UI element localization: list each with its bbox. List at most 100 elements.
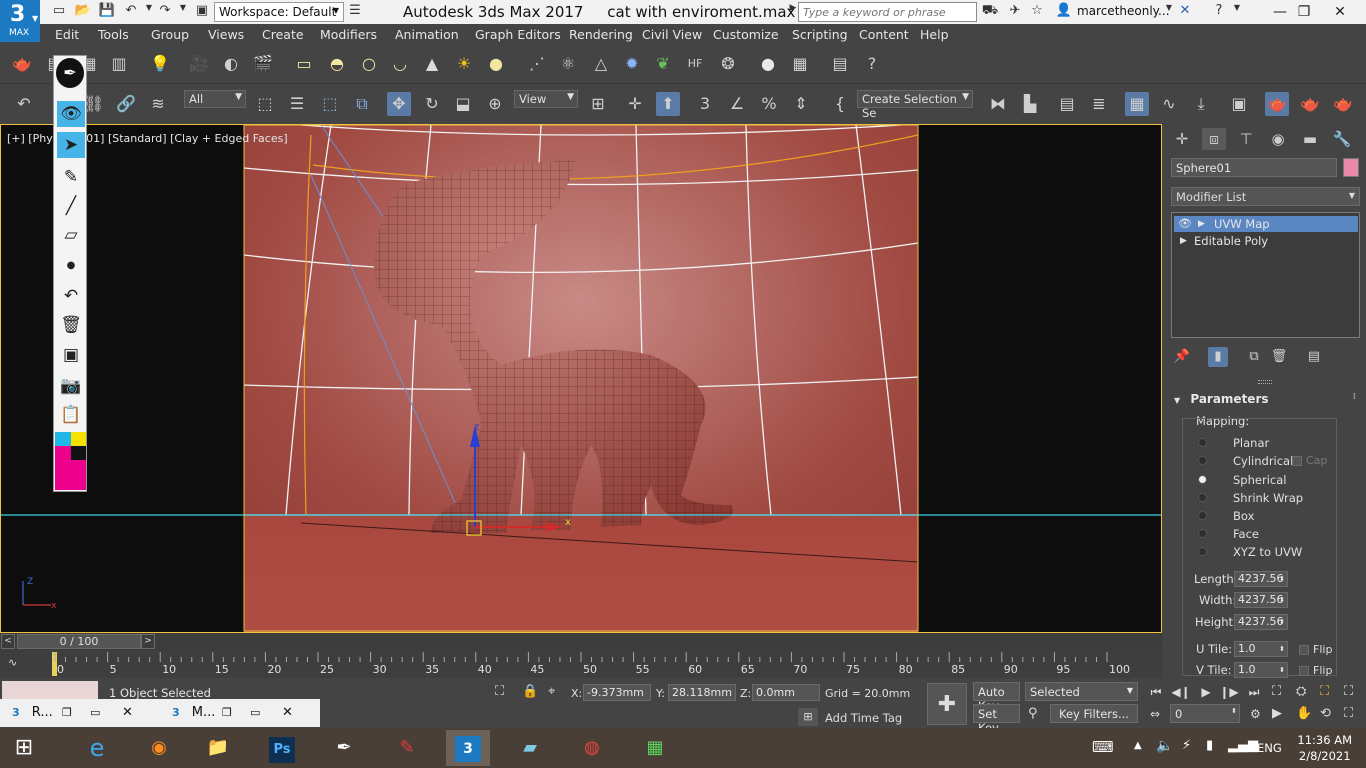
make-unique-icon[interactable]: ⧉ [1244,347,1264,367]
material-editor-icon[interactable]: ▦ [788,52,812,76]
set-key-button[interactable]: Set Key [973,704,1020,735]
menu-create[interactable]: Create [262,27,304,42]
input-language[interactable]: ENG [1257,741,1282,755]
object-name-field[interactable]: Sphere01 [1171,158,1337,177]
schematic-view-icon[interactable]: ▣ [1227,92,1251,116]
show-hidden-icons-icon[interactable]: ▲ [1134,740,1142,751]
length-spinner[interactable]: 4237.56 ⬍ [1234,571,1288,587]
add-time-tag-icon[interactable]: ⊞ [798,708,818,726]
isolate-selection-icon[interactable]: ⛶ [495,684,504,699]
eraser-icon[interactable]: ▱ [57,222,85,248]
go-to-end-icon[interactable]: ⏭ [1244,685,1264,702]
render-frame-teapot-icon[interactable]: 🫖 [1331,92,1355,116]
maximize-toggle-icon[interactable]: ⛶ [1344,706,1353,721]
undo-arrow-icon[interactable]: ↶ [12,92,36,116]
mirror-icon[interactable]: ⧓ [986,92,1010,116]
menu-tools[interactable]: Tools [98,27,129,42]
select-manipulate-icon[interactable]: ✛ [623,92,647,116]
open-file-icon[interactable]: 📂 [74,3,92,20]
stack-item-uvw-map[interactable]: 👁 ▶ UVW Map [1174,216,1358,232]
align-icon[interactable]: ▙ [1018,92,1042,116]
key-filters-button[interactable]: Key Filters... [1050,704,1138,723]
width-spinner[interactable]: 4237.56 ⬍ [1234,592,1288,608]
color-swatch-yellow[interactable] [71,432,86,446]
internet-explorer-icon[interactable]: e [75,730,119,766]
drawing-app-icon[interactable]: ✎ [385,730,429,766]
light-lister-icon[interactable]: 💡 [148,52,172,76]
maximize-icon[interactable]: ▭ [90,699,100,726]
orbit-icon[interactable]: ⟲ [1320,706,1331,721]
cone-icon[interactable]: ▲ [420,52,444,76]
help-circle-icon[interactable]: ? [860,52,884,76]
zoom-all-icon[interactable]: ⛭ [1296,684,1306,699]
expand-arrow-icon[interactable]: ▶ [1198,216,1205,232]
reference-coordinate-dropdown[interactable]: View ▼ [514,90,578,108]
material-editor-teapot-icon[interactable]: 🫖 [1265,92,1289,116]
pyramid-icon[interactable]: △ [589,52,613,76]
render-settings-icon[interactable]: ▤ [828,52,852,76]
system-clock[interactable]: 11:36 AM 2/8/2021 [1297,732,1352,764]
network-icon[interactable]: ⚡ [1182,738,1191,753]
perspective-viewport[interactable]: z x Z x [+] [Phys a001] [Standard] [Clay… [0,124,1162,633]
menu-scripting[interactable]: Scripting [792,27,848,42]
hemisphere-icon[interactable]: ◓ [325,52,349,76]
key-mode-toggle-icon[interactable]: ⇔ [1150,707,1160,721]
time-configuration-icon[interactable]: ⚙ [1250,707,1261,721]
selection-lock-icon[interactable]: 🔒 [522,684,538,699]
layer-explorer-icon[interactable]: ▤ [1055,92,1079,116]
bowl-icon[interactable]: ◡ [388,52,412,76]
current-frame-field[interactable]: 0 ⬍ [1170,704,1240,723]
highlighter-icon[interactable]: ✎ [57,164,85,190]
dot-size-icon[interactable]: ● [57,253,85,279]
show-end-result-icon[interactable]: ▮ [1208,347,1228,367]
photoshop-icon[interactable]: Ps [260,730,304,766]
menu-animation[interactable]: Animation [395,27,459,42]
new-file-icon[interactable]: ▭ [50,3,68,20]
sun-light-icon[interactable]: ☀ [452,52,476,76]
add-time-tag-label[interactable]: Add Time Tag [825,711,902,725]
material-ball-icon[interactable]: ● [756,52,780,76]
close-window-button[interactable]: ✕ [1322,0,1358,24]
toggle-ribbon-icon[interactable]: ≣ [1087,92,1111,116]
set-key-big-button[interactable]: ✚ [927,683,967,725]
key-mode-dropdown[interactable]: Selected ▼ [1025,682,1138,701]
menu-customize[interactable]: Customize [713,27,779,42]
menu-rendering[interactable]: Rendering [569,27,633,42]
modifier-list-dropdown[interactable]: Modifier List ▼ [1171,187,1360,206]
video-camera-icon[interactable]: 🎬 [251,52,275,76]
camera-icon[interactable]: 🎥 [187,52,211,76]
sky-sphere-icon[interactable]: ● [484,52,508,76]
curve-editor-icon[interactable]: ∿ [1157,92,1181,116]
close-icon[interactable]: ✕ [282,699,293,726]
gear-sphere-icon[interactable]: ✹ [620,52,644,76]
unlink-icon[interactable]: 🔗 [114,92,138,116]
undo-icon[interactable]: ↶ [122,3,140,20]
workspace-menu-icon[interactable]: ☰ [346,3,364,20]
windows-start-icon[interactable]: ⊞ [2,730,46,766]
modify-tab-icon[interactable]: ⧈ [1202,128,1226,150]
keyboard-icon[interactable]: ⌨ [1092,738,1114,756]
pen-tool-icon[interactable]: ✒ [56,58,84,88]
visibility-eye-icon[interactable]: 👁 [1178,216,1192,232]
help-dropdown-icon[interactable]: ▼ [1228,3,1246,20]
auto-key-button[interactable]: Auto Key [973,682,1020,713]
help-icon[interactable]: ? [1210,3,1228,20]
spinner-snap-icon[interactable]: ⇕ [789,92,813,116]
grass-icon[interactable]: ❦ [651,52,675,76]
calculator-icon[interactable]: ▦ [633,730,677,766]
user-account-name[interactable]: marcetheonly... [1077,4,1170,18]
particles-icon[interactable]: ⋰ [525,52,549,76]
angle-snap-icon[interactable]: ∠ [725,92,749,116]
previous-frame-icon[interactable]: ◀❙ [1171,685,1191,702]
prev-frame-arrow-icon[interactable]: < [1,634,15,649]
restore-icon[interactable]: ❐ [62,699,72,726]
absolute-mode-icon[interactable]: ⌖ [548,684,555,699]
color-swatch-black[interactable] [71,446,86,460]
undo-stroke-icon[interactable]: ↶ [57,283,85,309]
box-primitive-icon[interactable]: ▭ [292,52,316,76]
minimized-window-render[interactable]: 3 R... ❐ ▭ ✕ [12,699,152,726]
z-coord-field[interactable]: 0.0mm [752,684,820,701]
color-swatch-cyan[interactable] [55,432,71,446]
menu-civil-view[interactable]: Civil View [642,27,702,42]
zoom-extents-all-icon[interactable]: ⛶ [1272,684,1281,699]
